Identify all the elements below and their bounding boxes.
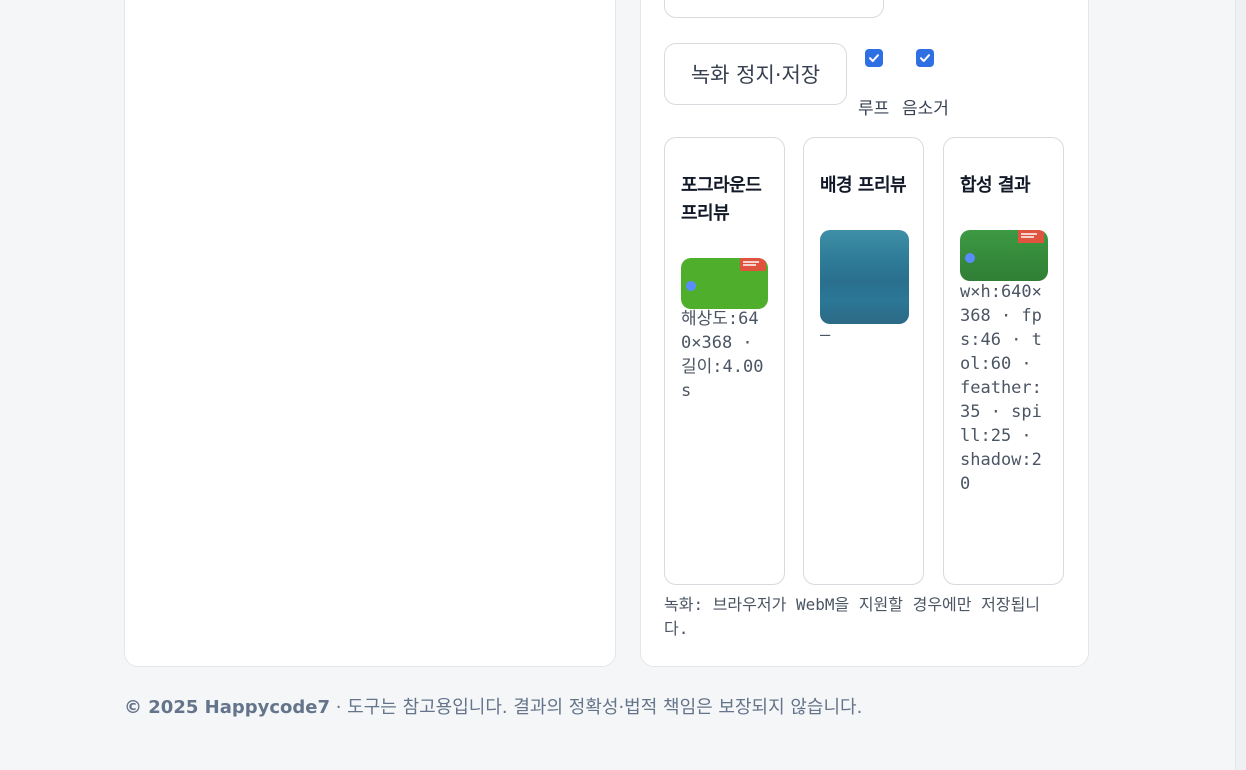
loop-label: 루프 xyxy=(858,99,890,119)
circle-marker xyxy=(686,281,696,291)
composite-result-panel: 합성 결과 w×h:640×368 · fps:46 · tol:60 · fe… xyxy=(943,137,1064,585)
background-preview-thumbnail xyxy=(820,230,909,324)
flag-marker xyxy=(740,258,766,271)
composite-result-title: 합성 결과 xyxy=(960,175,1031,196)
mute-label: 음소거 xyxy=(902,99,949,119)
checkmark-icon xyxy=(869,54,879,62)
footer-disclaimer: · 도구는 참고용입니다. 결과의 정확성·법적 책임은 보장되지 않습니다. xyxy=(330,697,863,718)
flag-marker xyxy=(1018,230,1044,243)
footer-brand: © 2025 Happycode7 xyxy=(124,697,330,718)
background-preview-panel: 배경 프리뷰 – xyxy=(803,137,924,585)
foreground-preview-thumbnail xyxy=(681,258,768,309)
window-scrollbar-track[interactable] xyxy=(1235,0,1246,770)
top-control-button[interactable] xyxy=(664,0,884,18)
recording-note: 녹화: 브라우저가 WebM을 지원할 경우에만 저장됩니다. xyxy=(664,595,1041,638)
circle-marker xyxy=(965,253,975,263)
background-meta: – xyxy=(820,325,831,345)
foreground-meta: 해상도:640×368 · 길이:4.00s xyxy=(681,309,764,401)
foreground-preview-title: 포그라운드 프리뷰 xyxy=(681,175,762,224)
footer: © 2025 Happycode7 · 도구는 참고용입니다. 결과의 정확성·… xyxy=(124,693,862,719)
foreground-preview-panel: 포그라운드 프리뷰 해상도:640×368 · 길이:4.00s xyxy=(664,137,785,585)
stop-save-recording-button[interactable]: 녹화 정지·저장 xyxy=(664,43,847,105)
mute-checkbox[interactable] xyxy=(916,49,934,67)
loop-checkbox[interactable] xyxy=(865,49,883,67)
left-card xyxy=(124,0,616,667)
composite-meta: w×h:640×368 · fps:46 · tol:60 · feather:… xyxy=(960,282,1042,494)
composite-result-thumbnail xyxy=(960,230,1048,281)
checkmark-icon xyxy=(920,54,930,62)
background-preview-title: 배경 프리뷰 xyxy=(820,175,907,196)
